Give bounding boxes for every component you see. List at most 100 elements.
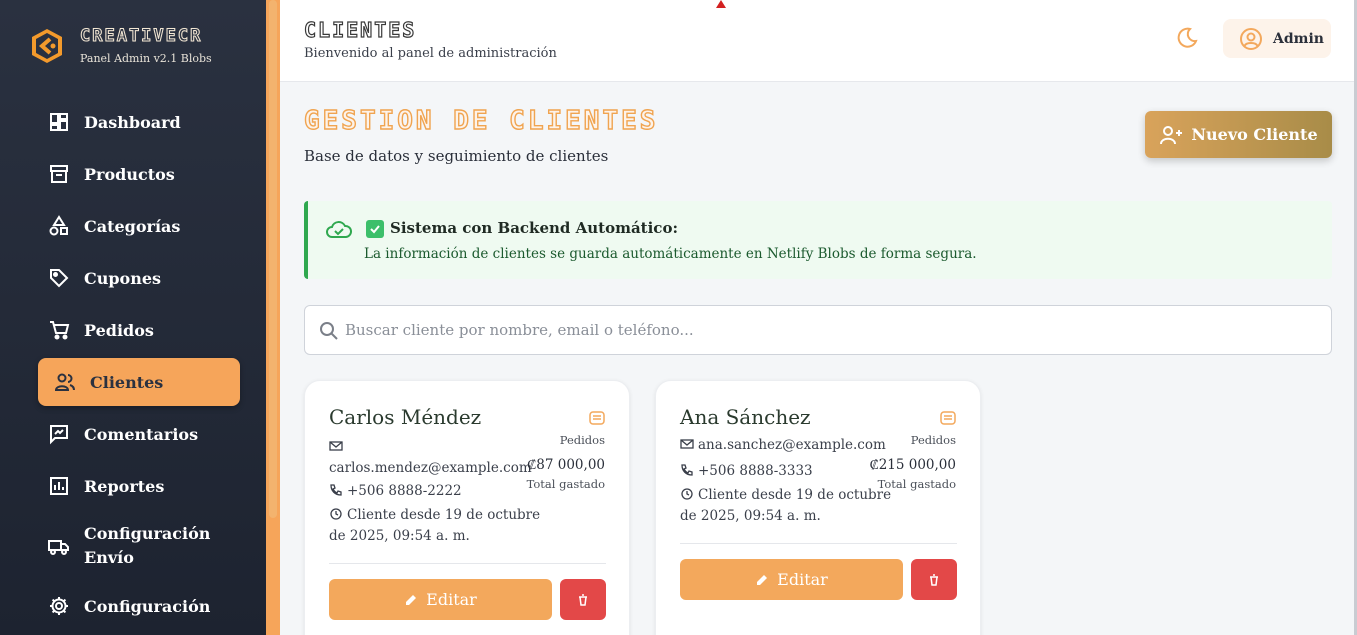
dashboard-icon	[50, 113, 68, 131]
orders-label: Pedidos	[910, 433, 956, 447]
delete-button[interactable]	[911, 559, 957, 600]
search-icon	[320, 322, 338, 340]
phone-icon	[681, 464, 693, 476]
user-label: Admin	[1273, 30, 1324, 47]
scrollbar-thumb[interactable]	[269, 0, 277, 518]
client-since-line2: de 2025, 09:54 a. m.	[680, 508, 821, 524]
brand[interactable]: CREATIVECR Panel Admin v2.1 Blobs	[30, 26, 212, 65]
client-email-row: ana.sanchez@example.com	[680, 435, 886, 456]
cloud-check-icon	[326, 221, 352, 238]
sidebar-item-label: Comentarios	[84, 424, 199, 444]
client-total: ₡87 000,00	[527, 457, 605, 473]
archive-icon	[50, 165, 68, 183]
top-header: CLIENTES Bienvenido al panel de administ…	[280, 0, 1357, 82]
client-since-line1: Cliente desde 19 de octubre	[347, 507, 541, 523]
sidebar-item-label: Dashboard	[84, 112, 181, 132]
users-icon	[54, 373, 75, 391]
mail-icon	[329, 441, 343, 451]
warning-marker	[716, 0, 726, 8]
logo-icon	[32, 28, 62, 63]
sidebar-item-categorias[interactable]: Categorías	[38, 202, 240, 250]
sidebar-item-pedidos[interactable]: Pedidos	[38, 306, 240, 354]
client-since-line2: de 2025, 09:54 a. m.	[329, 528, 470, 544]
page-subtitle: Bienvenido al panel de administración	[304, 46, 557, 61]
search-box	[304, 305, 1332, 355]
sidebar-item-label: Configuración	[84, 596, 211, 616]
trash-icon	[930, 573, 938, 586]
edit-button[interactable]: Editar	[680, 559, 903, 600]
trash-icon	[579, 593, 587, 606]
client-since-row: Cliente desde 19 de octubre de 2025, 09:…	[680, 485, 891, 527]
card-divider	[329, 563, 606, 564]
section-title: GESTION DE CLIENTES	[303, 105, 659, 136]
client-email: carlos.mendez@example.com	[329, 460, 532, 476]
new-client-label: Nuevo Cliente	[1191, 125, 1318, 144]
checkbox-check-icon	[366, 220, 384, 238]
sidebar-item-comentarios[interactable]: Comentarios	[38, 410, 240, 458]
section-subtitle: Base de datos y seguimiento de clientes	[304, 147, 609, 165]
sidebar-item-label: Categorías	[84, 216, 181, 236]
brand-name: CREATIVECR	[80, 26, 203, 47]
card-divider	[680, 543, 957, 544]
cart-icon	[50, 321, 70, 340]
delete-button[interactable]	[560, 579, 606, 620]
client-name: Carlos Méndez	[329, 405, 482, 429]
spent-label: Total gastado	[526, 477, 605, 491]
client-email: ana.sanchez@example.com	[698, 437, 886, 453]
client-since-line1: Cliente desde 19 de octubre	[698, 487, 892, 503]
new-client-button[interactable]: Nuevo Cliente	[1145, 111, 1332, 158]
page-title: CLIENTES	[303, 17, 417, 42]
client-phone-row: +506 8888-2222	[329, 481, 462, 502]
pencil-icon	[757, 574, 768, 585]
clock-icon	[330, 508, 342, 520]
sidebar-item-label: Configuración Envío	[84, 524, 211, 567]
sidebar-item-label: Pedidos	[84, 320, 154, 340]
sidebar-scrollbar[interactable]	[266, 0, 280, 635]
chart-icon	[50, 477, 68, 495]
user-circle-icon	[1240, 27, 1262, 50]
user-plus-icon	[1160, 125, 1183, 144]
user-menu-button[interactable]: Admin	[1223, 19, 1331, 58]
pencil-icon	[406, 594, 417, 605]
sidebar-item-productos[interactable]: Productos	[38, 150, 240, 198]
sidebar-item-clientes[interactable]: Clientes	[38, 358, 240, 406]
sidebar-item-label: Reportes	[84, 476, 165, 496]
client-since-row: Cliente desde 19 de octubre de 2025, 09:…	[329, 505, 540, 547]
alert-text: La información de clientes se guarda aut…	[364, 246, 977, 262]
edit-label: Editar	[426, 590, 477, 609]
sidebar-item-label: Productos	[84, 164, 175, 184]
client-name: Ana Sánchez	[680, 405, 811, 429]
client-phone: +506 8888-2222	[347, 483, 462, 499]
orders-label: Pedidos	[559, 433, 605, 447]
client-phone-row: +506 8888-3333	[680, 461, 813, 482]
brand-subtitle: Panel Admin v2.1 Blobs	[80, 52, 212, 65]
sidebar-item-configuracion-envio[interactable]: Configuración Envío	[38, 514, 240, 578]
clock-icon	[681, 488, 693, 500]
orders-icon	[589, 411, 605, 425]
mail-icon	[680, 439, 694, 449]
alert-title: Sistema con Backend Automático:	[390, 219, 678, 237]
client-phone: +506 8888-3333	[698, 463, 813, 479]
backend-alert: Sistema con Backend Automático: La infor…	[304, 201, 1332, 279]
sidebar-item-configuracion[interactable]: Configuración	[38, 582, 240, 630]
sidebar-nav: Dashboard Productos Categorías Cupones P…	[38, 98, 240, 634]
shapes-icon	[49, 215, 68, 236]
sidebar: CREATIVECR Panel Admin v2.1 Blobs Dashbo…	[0, 0, 266, 635]
client-card: Ana Sánchez Pedidos ana.sanchez@example.…	[655, 380, 981, 635]
client-email-row: carlos.mendez@example.com	[329, 437, 532, 479]
sidebar-item-label: Cupones	[84, 268, 162, 288]
sidebar-item-reportes[interactable]: Reportes	[38, 462, 240, 510]
sidebar-item-label: Clientes	[90, 372, 164, 392]
edit-label: Editar	[777, 570, 828, 589]
truck-icon	[48, 540, 69, 555]
sidebar-item-cupones[interactable]: Cupones	[38, 254, 240, 302]
search-input[interactable]	[345, 306, 1305, 354]
client-card: Carlos Méndez Pedidos carlos.mendez@exam…	[304, 380, 630, 635]
phone-icon	[330, 484, 342, 496]
gear-icon	[50, 597, 68, 615]
client-total: ₡215 000,00	[869, 457, 956, 473]
comment-icon	[50, 425, 68, 445]
moon-icon[interactable]	[1175, 26, 1199, 50]
sidebar-item-dashboard[interactable]: Dashboard	[38, 98, 240, 146]
edit-button[interactable]: Editar	[329, 579, 552, 620]
